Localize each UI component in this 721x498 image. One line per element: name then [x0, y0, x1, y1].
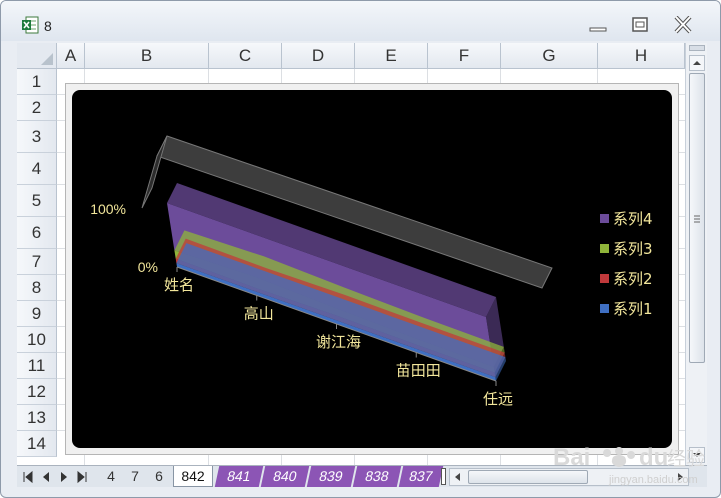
legend-label: 系列1 [613, 300, 653, 318]
next-sheet-icon[interactable] [57, 469, 71, 485]
sheet-tab[interactable]: 7 [125, 466, 145, 487]
close-icon [674, 15, 692, 34]
column-header-b[interactable]: B [85, 43, 209, 69]
row-header-13[interactable]: 13 [17, 405, 57, 431]
minimize-icon [589, 27, 607, 32]
row-header-8[interactable]: 8 [17, 275, 57, 301]
row-header-11[interactable]: 11 [17, 353, 57, 379]
sheet-tab[interactable]: 4 [101, 466, 121, 487]
tab-split-handle[interactable] [441, 468, 446, 485]
side-wall [141, 135, 168, 209]
row-header-2[interactable]: 2 [17, 95, 57, 121]
row-header-6[interactable]: 6 [17, 217, 57, 249]
window-title: 8 [44, 18, 52, 34]
scroll-down-button[interactable] [689, 447, 705, 463]
restore-button[interactable] [629, 16, 651, 34]
prev-sheet-icon[interactable] [39, 469, 53, 485]
grip-icon [694, 215, 700, 223]
excel-icon [22, 16, 39, 34]
excel-window: 8 A B C D E F G H 1 2 3 4 5 6 7 8 9 10 1… [0, 0, 721, 498]
arrow-down-icon [693, 453, 701, 457]
minimize-button[interactable] [587, 16, 609, 34]
first-sheet-icon[interactable] [21, 469, 35, 485]
legend-swatch [600, 214, 609, 223]
restore-icon [632, 17, 648, 32]
scroll-up-button[interactable] [689, 55, 705, 71]
row-header-5[interactable]: 5 [17, 185, 57, 217]
arrow-left-icon[interactable] [452, 471, 464, 483]
x-tick-label: 任远 [483, 390, 513, 408]
row-header-1[interactable]: 1 [17, 69, 57, 95]
split-box[interactable] [689, 45, 705, 51]
sheet-tab[interactable]: 838 [352, 466, 402, 487]
sheet-tab[interactable]: 841 [214, 466, 264, 487]
column-header-g[interactable]: G [501, 43, 598, 69]
row-header-4[interactable]: 4 [17, 153, 57, 185]
chart-area[interactable]: 姓名高山谢江海苗田田任远 0% 100% 系列4 系列3 系列2 系列1 [72, 90, 672, 448]
close-button[interactable] [672, 15, 694, 34]
y-tick-label: 0% [138, 259, 158, 275]
horizontal-scroll-thumb[interactable] [468, 470, 588, 484]
row-header-12[interactable]: 12 [17, 379, 57, 405]
row-header-3[interactable]: 3 [17, 121, 57, 153]
horizontal-scrollbar[interactable] [449, 468, 689, 486]
stacked-area-3d-chart: 姓名高山谢江海苗田田任远 0% 100% 系列4 系列3 系列2 系列1 [90, 135, 653, 408]
sheet-tab[interactable]: 837 [398, 466, 444, 487]
legend-label: 系列3 [613, 240, 653, 258]
column-header-h[interactable]: H [598, 43, 685, 69]
legend-label: 系列2 [613, 270, 653, 288]
x-tick-label: 姓名 [164, 276, 194, 294]
vertical-scroll-thumb[interactable] [689, 73, 705, 363]
sheet-tab[interactable]: 839 [306, 466, 356, 487]
sheet-tab-active[interactable]: 842 [173, 466, 213, 487]
legend-swatch [600, 274, 609, 283]
column-header-c[interactable]: C [209, 43, 282, 69]
legend-swatch [600, 244, 609, 253]
x-tick-label: 苗田田 [396, 362, 441, 380]
sheet-tab[interactable]: 840 [260, 466, 310, 487]
row-header-7[interactable]: 7 [17, 249, 57, 275]
select-all-corner[interactable] [17, 43, 57, 69]
vertical-scrollbar[interactable] [685, 43, 707, 465]
column-header-a[interactable]: A [57, 43, 85, 69]
last-sheet-icon[interactable] [75, 469, 89, 485]
sheet-tab-bar: 4 7 6 842 841 840 839 838 837 [17, 465, 707, 487]
column-header-e[interactable]: E [355, 43, 428, 69]
row-header-9[interactable]: 9 [17, 301, 57, 327]
row-header-14[interactable]: 14 [17, 431, 57, 457]
legend-swatch [600, 304, 609, 313]
y-tick-label: 100% [90, 201, 126, 217]
column-header-d[interactable]: D [282, 43, 355, 69]
sheet-tab[interactable]: 6 [149, 466, 169, 487]
x-tick-label: 谢江海 [316, 333, 361, 351]
row-header-10[interactable]: 10 [17, 327, 57, 353]
arrow-right-icon[interactable] [674, 471, 686, 483]
x-tick-label: 高山 [244, 305, 274, 323]
legend-label: 系列4 [613, 210, 653, 228]
title-bar: 8 [1, 1, 720, 41]
arrow-up-icon [693, 61, 701, 65]
column-header-f[interactable]: F [428, 43, 501, 69]
